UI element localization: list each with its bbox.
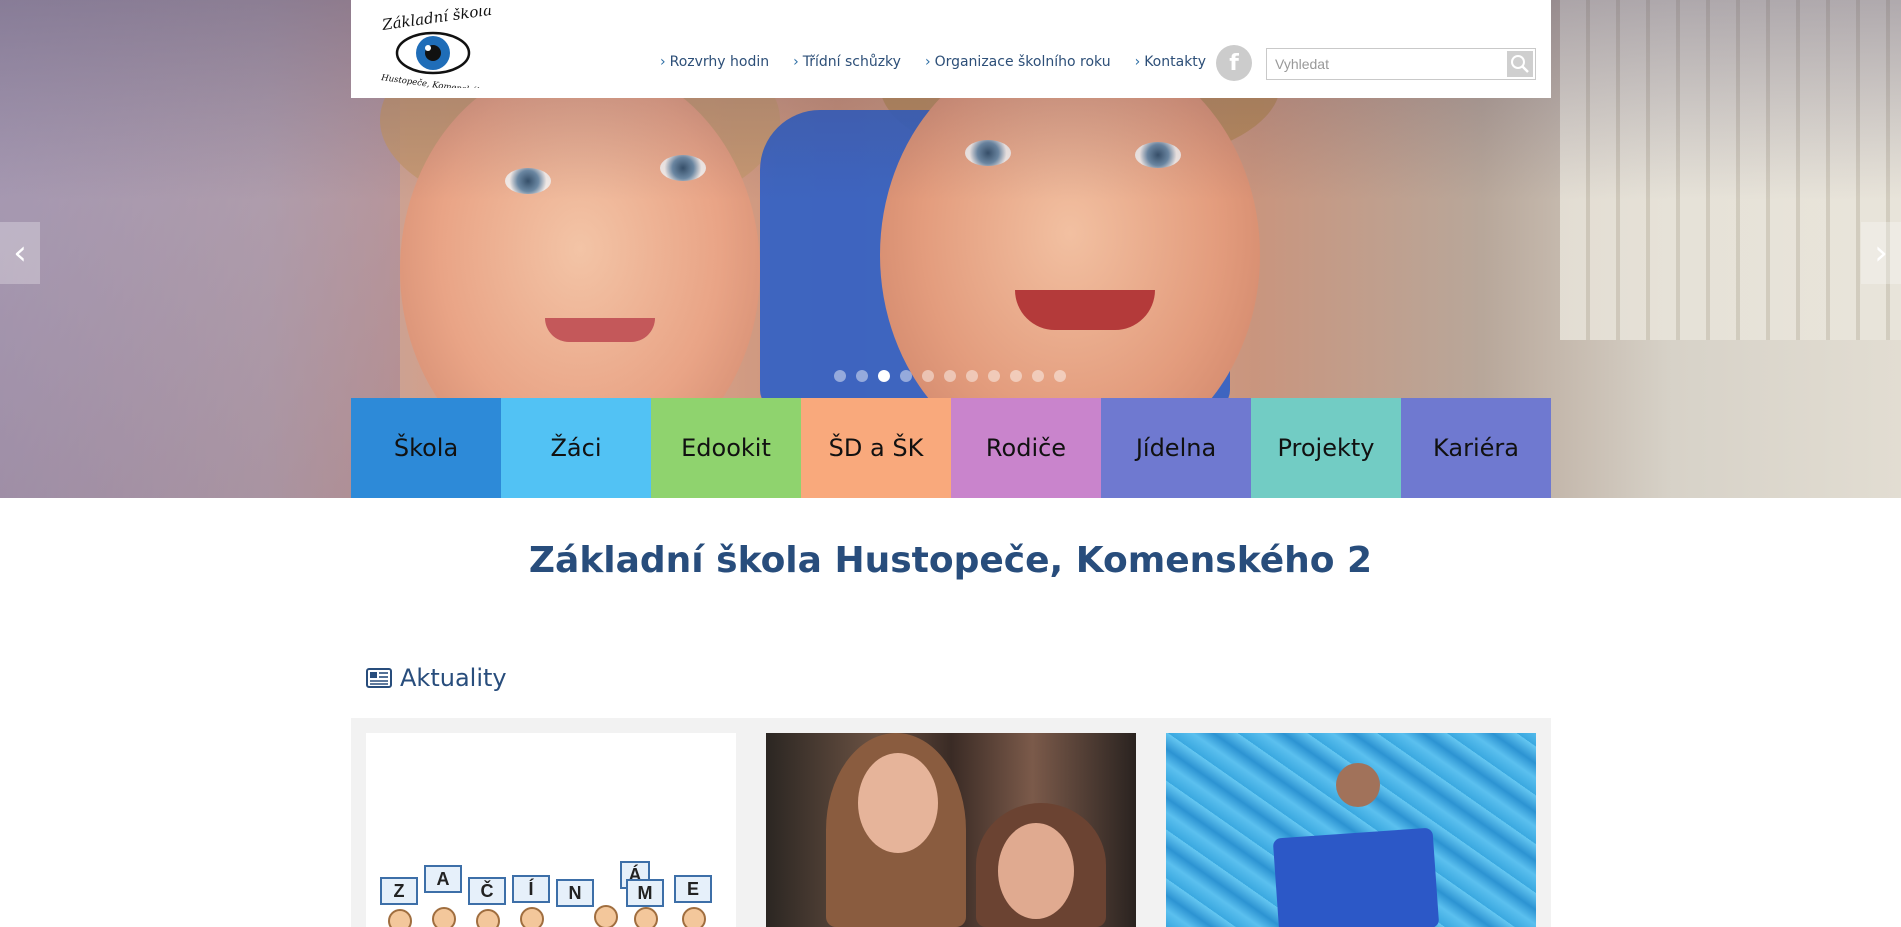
chevron-right-icon: › (660, 54, 666, 70)
eye-logo-icon: Základní škola Hustopeče, Komenského 2 (380, 1, 496, 99)
chevron-right-icon: › (924, 54, 931, 70)
svg-text:Hustopeče, Komenského 2: Hustopeče, Komenského 2 (380, 72, 493, 88)
slider-dot-active[interactable] (878, 370, 890, 382)
page: ‹ › Základní škola Hustopeče, Komenského… (0, 0, 1901, 927)
facebook-icon[interactable]: f (1216, 45, 1252, 81)
search-icon (1511, 55, 1529, 73)
photo-swimmer (1336, 763, 1380, 807)
slider-dot[interactable] (1010, 370, 1022, 382)
news-heading: Aktuality (366, 664, 507, 692)
news-heading-label: Aktuality (400, 664, 507, 692)
slider-dot[interactable] (966, 370, 978, 382)
link-rozvrhy-hodin[interactable]: › Rozvrhy hodin (660, 54, 769, 70)
news-card[interactable] (1166, 733, 1536, 927)
link-tridni-schuzky[interactable]: › Třídní schůzky (793, 54, 901, 70)
nav-tile-rodice[interactable]: Rodiče (951, 398, 1101, 498)
nav-tile-sd-a-sk[interactable]: ŠD a ŠK (801, 398, 951, 498)
swim-board (1272, 827, 1440, 927)
nav-tile-projekty[interactable]: Projekty (1251, 398, 1401, 498)
slider-dot[interactable] (834, 370, 846, 382)
school-logo[interactable]: Základní škola Hustopeče, Komenského 2 (375, 1, 496, 99)
page-title: Základní škola Hustopeče, Komenského 2 (528, 540, 1373, 581)
nav-tile-zaci[interactable]: Žáci (501, 398, 651, 498)
news-card[interactable]: Z A Č Í N Á M E (366, 733, 736, 927)
news-card[interactable] (766, 733, 1136, 927)
nav-tile-kariera[interactable]: Kariéra (1401, 398, 1551, 498)
svg-text:Základní škola: Základní škola (380, 8, 493, 34)
slider-prev-button[interactable]: ‹ (0, 222, 40, 284)
slider-dot[interactable] (988, 370, 1000, 382)
slider-dot[interactable] (1054, 370, 1066, 382)
top-links: › Rozvrhy hodin › Třídní schůzky › Organiza… (660, 54, 1206, 70)
slider-dot[interactable] (1032, 370, 1044, 382)
nav-tile-skola[interactable]: Škola (351, 398, 501, 498)
nav-tile-edookit[interactable]: Edookit (651, 398, 801, 498)
zaciname-illustration: Z A Č Í N Á M E (380, 857, 720, 927)
slider-next-button[interactable]: › (1861, 222, 1901, 284)
slider-dot[interactable] (856, 370, 868, 382)
slider-dot[interactable] (944, 370, 956, 382)
chevron-right-icon: › (1134, 54, 1141, 70)
header-bar: Základní škola Hustopeče, Komenského 2 ›… (351, 0, 1551, 99)
search-input[interactable] (1267, 49, 1503, 79)
chevron-right-icon: › (793, 54, 799, 70)
main-nav: Škola Žáci Edookit ŠD a ŠK Rodiče Jídeln… (351, 398, 1551, 498)
newspaper-icon (366, 668, 392, 688)
slider-pagination (834, 370, 1066, 382)
search-button[interactable] (1507, 51, 1533, 77)
link-kontakty[interactable]: › Kontakty (1135, 54, 1206, 70)
link-organizace-skolniho-roku[interactable]: › Organizace školního roku (925, 54, 1111, 70)
slider-dot[interactable] (922, 370, 934, 382)
slider-dot[interactable] (900, 370, 912, 382)
search-box (1266, 48, 1536, 80)
nav-tile-jidelna[interactable]: Jídelna (1101, 398, 1251, 498)
